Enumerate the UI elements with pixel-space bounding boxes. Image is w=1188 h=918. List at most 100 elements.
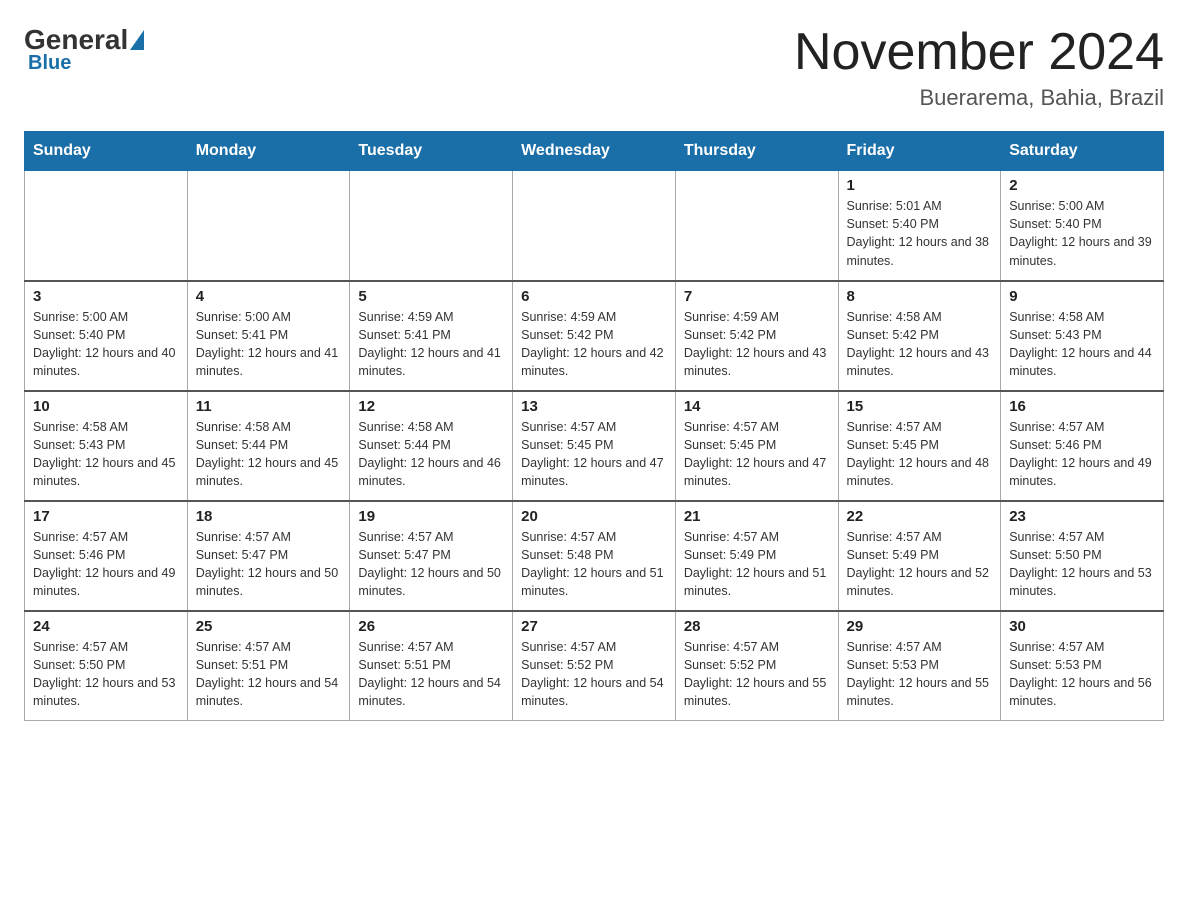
day-number: 24 bbox=[33, 618, 179, 635]
calendar-cell: 1 Sunrise: 5:01 AM Sunset: 5:40 PM Daylig… bbox=[838, 171, 1001, 281]
day-number: 28 bbox=[684, 618, 830, 635]
day-number: 21 bbox=[684, 508, 830, 525]
calendar-cell: 28 Sunrise: 4:57 AM Sunset: 5:52 PM Dayli… bbox=[675, 611, 838, 721]
page-header: General Blue November 2024 Buerarema, Ba… bbox=[24, 24, 1164, 111]
day-number: 5 bbox=[358, 288, 504, 305]
day-info: Sunrise: 4:57 AM Sunset: 5:50 PM Dayligh… bbox=[33, 638, 179, 711]
calendar-day-header: Thursday bbox=[675, 132, 838, 171]
day-number: 11 bbox=[196, 398, 342, 415]
day-number: 27 bbox=[521, 618, 667, 635]
day-number: 1 bbox=[847, 177, 993, 194]
calendar-cell bbox=[513, 171, 676, 281]
calendar-cell: 8Sunrise: 4:58 AM Sunset: 5:42 PM Daylig… bbox=[838, 281, 1001, 391]
calendar-cell: 15Sunrise: 4:57 AM Sunset: 5:45 PM Dayli… bbox=[838, 391, 1001, 501]
day-number: 26 bbox=[358, 618, 504, 635]
calendar-week-row: 3 Sunrise: 5:00 AM Sunset: 5:40 PM Daylig… bbox=[25, 281, 1164, 391]
day-number: 22 bbox=[847, 508, 993, 525]
calendar-cell: 22 Sunrise: 4:57 AM Sunset: 5:49 PM Dayli… bbox=[838, 501, 1001, 611]
day-number: 13 bbox=[521, 398, 667, 415]
calendar-cell: 2Sunrise: 5:00 AM Sunset: 5:40 PM Daylig… bbox=[1001, 171, 1164, 281]
calendar-cell: 16 Sunrise: 4:57 AM Sunset: 5:46 PM Dayli… bbox=[1001, 391, 1164, 501]
calendar-cell: 5 Sunrise: 4:59 AM Sunset: 5:41 PM Daylig… bbox=[350, 281, 513, 391]
day-number: 15 bbox=[847, 398, 993, 415]
day-number: 16 bbox=[1009, 398, 1155, 415]
calendar-cell: 4 Sunrise: 5:00 AM Sunset: 5:41 PM Daylig… bbox=[187, 281, 350, 391]
calendar-week-row: 17 Sunrise: 4:57 AM Sunset: 5:46 PM Dayli… bbox=[25, 501, 1164, 611]
calendar-cell: 17 Sunrise: 4:57 AM Sunset: 5:46 PM Dayli… bbox=[25, 501, 188, 611]
day-number: 29 bbox=[847, 618, 993, 635]
day-info: Sunrise: 4:57 AM Sunset: 5:51 PM Dayligh… bbox=[358, 638, 504, 711]
day-info: Sunrise: 4:57 AM Sunset: 5:46 PM Dayligh… bbox=[1009, 418, 1155, 491]
calendar-day-header: Friday bbox=[838, 132, 1001, 171]
day-info: Sunrise: 4:57 AM Sunset: 5:49 PM Dayligh… bbox=[684, 528, 830, 601]
calendar-cell: 19Sunrise: 4:57 AM Sunset: 5:47 PM Dayli… bbox=[350, 501, 513, 611]
calendar-cell: 26 Sunrise: 4:57 AM Sunset: 5:51 PM Dayli… bbox=[350, 611, 513, 721]
day-number: 23 bbox=[1009, 508, 1155, 525]
logo: General Blue bbox=[24, 24, 146, 75]
calendar-cell: 9 Sunrise: 4:58 AM Sunset: 5:43 PM Daylig… bbox=[1001, 281, 1164, 391]
day-info: Sunrise: 4:57 AM Sunset: 5:49 PM Dayligh… bbox=[847, 528, 993, 601]
calendar-week-row: 10 Sunrise: 4:58 AM Sunset: 5:43 PM Dayli… bbox=[25, 391, 1164, 501]
day-info: Sunrise: 5:00 AM Sunset: 5:40 PM Dayligh… bbox=[33, 308, 179, 381]
calendar-week-row: 24 Sunrise: 4:57 AM Sunset: 5:50 PM Dayli… bbox=[25, 611, 1164, 721]
calendar-cell: 20 Sunrise: 4:57 AM Sunset: 5:48 PM Dayli… bbox=[513, 501, 676, 611]
day-info: Sunrise: 4:58 AM Sunset: 5:44 PM Dayligh… bbox=[358, 418, 504, 491]
calendar-cell: 24 Sunrise: 4:57 AM Sunset: 5:50 PM Dayli… bbox=[25, 611, 188, 721]
day-number: 7 bbox=[684, 288, 830, 305]
day-info: Sunrise: 4:59 AM Sunset: 5:42 PM Dayligh… bbox=[521, 308, 667, 381]
day-info: Sunrise: 4:59 AM Sunset: 5:41 PM Dayligh… bbox=[358, 308, 504, 381]
logo-blue-text: Blue bbox=[28, 52, 71, 75]
calendar-cell: 25 Sunrise: 4:57 AM Sunset: 5:51 PM Dayli… bbox=[187, 611, 350, 721]
day-info: Sunrise: 4:57 AM Sunset: 5:51 PM Dayligh… bbox=[196, 638, 342, 711]
day-info: Sunrise: 5:01 AM Sunset: 5:40 PM Dayligh… bbox=[847, 197, 993, 270]
calendar-cell: 29 Sunrise: 4:57 AM Sunset: 5:53 PM Dayli… bbox=[838, 611, 1001, 721]
day-number: 30 bbox=[1009, 618, 1155, 635]
calendar-cell: 13 Sunrise: 4:57 AM Sunset: 5:45 PM Dayli… bbox=[513, 391, 676, 501]
day-number: 12 bbox=[358, 398, 504, 415]
calendar-table: SundayMondayTuesdayWednesdayThursdayFrid… bbox=[24, 131, 1164, 721]
calendar-cell: 30 Sunrise: 4:57 AM Sunset: 5:53 PM Dayli… bbox=[1001, 611, 1164, 721]
day-info: Sunrise: 4:57 AM Sunset: 5:46 PM Dayligh… bbox=[33, 528, 179, 601]
day-info: Sunrise: 4:57 AM Sunset: 5:45 PM Dayligh… bbox=[521, 418, 667, 491]
day-info: Sunrise: 4:57 AM Sunset: 5:53 PM Dayligh… bbox=[847, 638, 993, 711]
calendar-cell: 14 Sunrise: 4:57 AM Sunset: 5:45 PM Dayli… bbox=[675, 391, 838, 501]
day-number: 8 bbox=[847, 288, 993, 305]
calendar-cell bbox=[187, 171, 350, 281]
day-number: 10 bbox=[33, 398, 179, 415]
day-number: 25 bbox=[196, 618, 342, 635]
day-info: Sunrise: 4:58 AM Sunset: 5:43 PM Dayligh… bbox=[33, 418, 179, 491]
day-number: 20 bbox=[521, 508, 667, 525]
calendar-cell: 27Sunrise: 4:57 AM Sunset: 5:52 PM Dayli… bbox=[513, 611, 676, 721]
day-info: Sunrise: 4:57 AM Sunset: 5:47 PM Dayligh… bbox=[358, 528, 504, 601]
calendar-day-header: Sunday bbox=[25, 132, 188, 171]
day-info: Sunrise: 4:57 AM Sunset: 5:48 PM Dayligh… bbox=[521, 528, 667, 601]
day-info: Sunrise: 4:57 AM Sunset: 5:50 PM Dayligh… bbox=[1009, 528, 1155, 601]
day-number: 17 bbox=[33, 508, 179, 525]
day-number: 6 bbox=[521, 288, 667, 305]
calendar-cell: 7Sunrise: 4:59 AM Sunset: 5:42 PM Daylig… bbox=[675, 281, 838, 391]
day-info: Sunrise: 4:57 AM Sunset: 5:52 PM Dayligh… bbox=[684, 638, 830, 711]
calendar-header-row: SundayMondayTuesdayWednesdayThursdayFrid… bbox=[25, 132, 1164, 171]
day-info: Sunrise: 5:00 AM Sunset: 5:40 PM Dayligh… bbox=[1009, 197, 1155, 270]
calendar-cell: 11Sunrise: 4:58 AM Sunset: 5:44 PM Dayli… bbox=[187, 391, 350, 501]
calendar-cell: 18Sunrise: 4:57 AM Sunset: 5:47 PM Dayli… bbox=[187, 501, 350, 611]
day-number: 3 bbox=[33, 288, 179, 305]
calendar-day-header: Wednesday bbox=[513, 132, 676, 171]
day-number: 9 bbox=[1009, 288, 1155, 305]
calendar-cell bbox=[350, 171, 513, 281]
day-info: Sunrise: 4:57 AM Sunset: 5:45 PM Dayligh… bbox=[684, 418, 830, 491]
day-number: 4 bbox=[196, 288, 342, 305]
calendar-cell bbox=[25, 171, 188, 281]
calendar-day-header: Monday bbox=[187, 132, 350, 171]
calendar-cell: 3 Sunrise: 5:00 AM Sunset: 5:40 PM Daylig… bbox=[25, 281, 188, 391]
calendar-cell bbox=[675, 171, 838, 281]
calendar-week-row: 1 Sunrise: 5:01 AM Sunset: 5:40 PM Daylig… bbox=[25, 171, 1164, 281]
day-info: Sunrise: 4:58 AM Sunset: 5:43 PM Dayligh… bbox=[1009, 308, 1155, 381]
day-info: Sunrise: 4:57 AM Sunset: 5:47 PM Dayligh… bbox=[196, 528, 342, 601]
day-info: Sunrise: 4:57 AM Sunset: 5:53 PM Dayligh… bbox=[1009, 638, 1155, 711]
day-number: 14 bbox=[684, 398, 830, 415]
calendar-cell: 21 Sunrise: 4:57 AM Sunset: 5:49 PM Dayli… bbox=[675, 501, 838, 611]
day-info: Sunrise: 5:00 AM Sunset: 5:41 PM Dayligh… bbox=[196, 308, 342, 381]
calendar-cell: 10 Sunrise: 4:58 AM Sunset: 5:43 PM Dayli… bbox=[25, 391, 188, 501]
calendar-cell: 12 Sunrise: 4:58 AM Sunset: 5:44 PM Dayli… bbox=[350, 391, 513, 501]
